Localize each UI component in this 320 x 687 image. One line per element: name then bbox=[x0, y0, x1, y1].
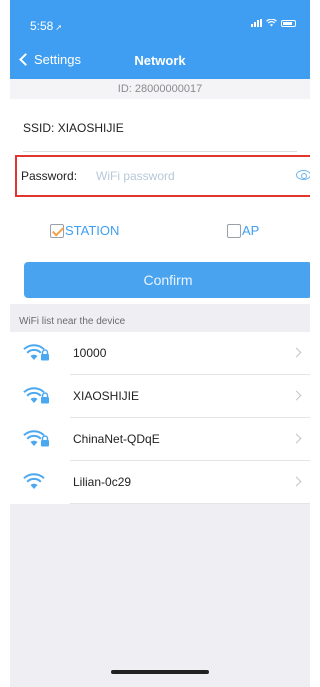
password-input[interactable] bbox=[96, 167, 266, 185]
location-arrow-icon: ➚ bbox=[55, 23, 63, 32]
network-form: SSID: XIAOSHIJIE Password: STATION AP Co… bbox=[10, 99, 310, 304]
home-indicator[interactable] bbox=[111, 670, 209, 674]
wifi-name: XIAOSHIJIE bbox=[73, 389, 140, 403]
header: 5:58 ➚ Settings Network bbox=[10, 0, 310, 79]
lock-icon bbox=[41, 349, 49, 361]
wifi-list-header: WiFi list near the device bbox=[10, 312, 310, 332]
status-icons bbox=[251, 19, 296, 27]
ssid-value: XIAOSHIJIE bbox=[57, 121, 124, 135]
ap-option[interactable]: AP bbox=[227, 223, 259, 238]
status-time: 5:58 ➚ bbox=[30, 19, 62, 33]
password-field-highlight: Password: bbox=[15, 155, 310, 197]
status-wifi-icon bbox=[266, 19, 277, 27]
divider bbox=[23, 151, 297, 152]
password-label: Password: bbox=[21, 169, 78, 183]
cellular-signal-icon bbox=[251, 19, 262, 27]
wifi-name: ChinaNet-QDqE bbox=[73, 432, 160, 446]
wifi-row-2[interactable]: ChinaNet-QDqE bbox=[10, 418, 310, 461]
confirm-button[interactable]: Confirm bbox=[24, 262, 310, 298]
chevron-right-icon bbox=[291, 433, 302, 444]
chevron-right-icon bbox=[291, 476, 302, 487]
device-id: ID: 28000000017 bbox=[10, 79, 310, 99]
station-option[interactable]: STATION bbox=[50, 223, 119, 238]
chevron-right-icon bbox=[291, 347, 302, 358]
ap-checkbox[interactable] bbox=[227, 223, 241, 238]
wifi-row-0[interactable]: 10000 bbox=[10, 332, 310, 375]
chevron-right-icon bbox=[291, 390, 302, 401]
station-label: STATION bbox=[65, 223, 120, 238]
wifi-list: 10000 XIAOSHIJIE ChinaNet-QDqE Lilian-0c… bbox=[10, 332, 310, 504]
lock-icon bbox=[41, 392, 49, 404]
wifi-row-3[interactable]: Lilian-0c29 bbox=[10, 461, 310, 504]
wifi-row-1[interactable]: XIAOSHIJIE bbox=[10, 375, 310, 418]
wifi-name: 10000 bbox=[73, 346, 107, 360]
ssid-label: SSID: bbox=[23, 121, 55, 135]
ssid-row: SSID: XIAOSHIJIE bbox=[23, 121, 124, 135]
page-title: Network bbox=[134, 53, 186, 68]
battery-icon bbox=[281, 19, 296, 27]
lock-icon bbox=[41, 435, 49, 447]
wifi-name: Lilian-0c29 bbox=[73, 475, 132, 489]
station-checkbox[interactable] bbox=[50, 223, 64, 238]
ap-label: AP bbox=[242, 223, 260, 238]
network-screen: 5:58 ➚ Settings Network ID: 28000000017 S… bbox=[10, 0, 310, 687]
eye-icon[interactable] bbox=[296, 170, 310, 180]
clock: 5:58 bbox=[30, 19, 54, 33]
wifi-icon bbox=[23, 473, 45, 489]
divider bbox=[70, 503, 310, 504]
mode-selector: STATION AP bbox=[10, 223, 310, 241]
